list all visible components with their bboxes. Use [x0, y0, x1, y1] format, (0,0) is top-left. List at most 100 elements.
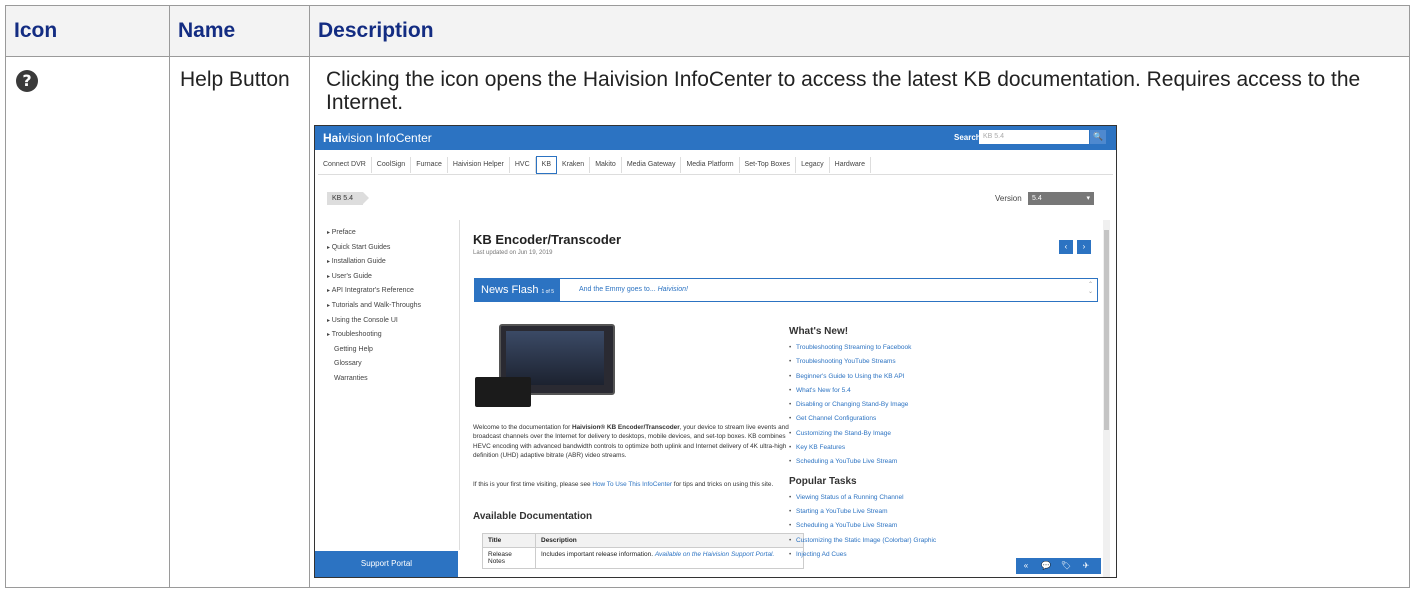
intro-paragraph: Welcome to the documentation for Haivisi… — [473, 423, 793, 460]
toc-item[interactable]: User's Guide — [327, 270, 462, 285]
product-nav: Connect DVR CoolSign Furnace Haivision Help… — [318, 156, 1113, 175]
nav-tab[interactable]: Connect DVR — [318, 157, 372, 173]
product-image — [475, 324, 615, 409]
news-flash: News Flash 1 of 5 And the Emmy goes to...… — [474, 278, 1098, 302]
doc-title: KB Encoder/Transcoder — [473, 232, 622, 247]
news-text[interactable]: And the Emmy goes to... Haivision! — [579, 286, 688, 293]
nav-tab[interactable]: CoolSign — [372, 157, 412, 173]
list-item[interactable]: Customizing the Stand-By Image — [789, 427, 1089, 442]
toc-item[interactable]: Installation Guide — [327, 255, 462, 270]
infocenter-header: Haivision InfoCenter Search KB 5.4 🔍 — [315, 126, 1116, 150]
popular-tasks-heading: Popular Tasks — [789, 475, 857, 487]
comment-icon[interactable]: 💬 — [1036, 558, 1056, 574]
toc-item[interactable]: Tutorials and Walk-Throughs — [327, 299, 462, 314]
search-input[interactable]: KB 5.4 — [979, 130, 1089, 144]
nav-tab-active[interactable]: KB — [535, 156, 557, 174]
right-column: What's New! Troubleshooting Streaming to… — [789, 326, 1089, 568]
docs-table-header: Title Description — [482, 533, 804, 548]
support-portal-button[interactable]: Support Portal — [315, 551, 458, 577]
list-item[interactable]: Scheduling a YouTube Live Stream — [789, 455, 1089, 470]
toc-item[interactable]: Warranties — [327, 372, 462, 387]
list-item[interactable]: What's New for 5.4 — [789, 384, 1089, 399]
share-icon[interactable]: ✈ — [1076, 558, 1096, 574]
toc-sidebar: Preface Quick Start Guides Installation … — [327, 226, 462, 387]
available-docs-heading: Available Documentation — [473, 511, 593, 522]
list-item[interactable]: Scheduling a YouTube Live Stream — [789, 519, 1089, 534]
search-label: Search — [954, 133, 981, 142]
nav-tab[interactable]: Kraken — [557, 157, 591, 173]
toc-item[interactable]: Using the Console UI — [327, 314, 462, 329]
news-text-italic: Haivision! — [657, 286, 688, 293]
news-scroll-icon[interactable]: ⌃ ⌄ — [1088, 282, 1093, 296]
table-header-row: Icon Name Description — [5, 5, 1410, 57]
nav-tab[interactable]: Legacy — [796, 157, 830, 173]
help-button-name: Help Button — [180, 68, 290, 91]
scrollbar-thumb[interactable] — [1104, 230, 1109, 430]
news-count: 1 of 5 — [541, 289, 554, 295]
list-item[interactable]: Customizing the Static Image (Colorbar) … — [789, 534, 1089, 549]
whats-new-heading: What's New! — [789, 326, 849, 337]
whats-new-list: Troubleshooting Streaming to Facebook Tr… — [789, 341, 1089, 470]
help-icon: ? — [16, 70, 38, 92]
infocenter-logo[interactable]: Haivision InfoCenter — [323, 131, 432, 145]
toc-item[interactable]: Glossary — [327, 357, 462, 372]
help-button-description: Clicking the icon opens the Haivision In… — [326, 68, 1361, 114]
news-flash-title: News Flash — [481, 284, 539, 296]
nav-tab[interactable]: Haivision Helper — [448, 157, 510, 173]
version-select[interactable]: 5.4 — [1028, 192, 1094, 205]
breadcrumb[interactable]: KB 5.4 — [327, 192, 370, 205]
intro2-rest: for tips and tricks on using this site. — [672, 481, 774, 488]
table-row: Release Notes Includes important release… — [482, 547, 804, 569]
news-flash-label: News Flash 1 of 5 — [475, 279, 560, 301]
prev-page-button[interactable]: ‹ — [1059, 240, 1073, 254]
floating-toolbar: «💬 🏷 ✈ — [1016, 558, 1101, 574]
search-icon[interactable]: 🔍 — [1090, 130, 1106, 144]
infocenter-screenshot: Haivision InfoCenter Search KB 5.4 🔍 Con… — [314, 125, 1117, 578]
header-icon: Icon — [5, 5, 170, 57]
logo-rest: vision InfoCenter — [341, 131, 432, 145]
nav-tab[interactable]: Set-Top Boxes — [740, 157, 797, 173]
list-item[interactable]: Viewing Status of a Running Channel — [789, 491, 1089, 506]
nav-tab[interactable]: Furnace — [411, 157, 448, 173]
name-cell: Help Button — [169, 56, 310, 588]
news-text-main: And the Emmy goes to... — [579, 286, 656, 293]
list-item[interactable]: Disabling or Changing Stand-By Image — [789, 398, 1089, 413]
collapse-icon[interactable]: « — [1016, 558, 1036, 574]
nav-tab[interactable]: Media Gateway — [622, 157, 682, 173]
version-label: Version — [995, 194, 1022, 203]
popular-tasks-list: Viewing Status of a Running Channel Star… — [789, 491, 1089, 563]
list-item[interactable]: Starting a YouTube Live Stream — [789, 505, 1089, 520]
header-description: Description — [309, 5, 1410, 57]
docs-desc-link[interactable]: Available on the Haivision Support Porta… — [655, 551, 774, 558]
list-item[interactable]: Troubleshooting Streaming to Facebook — [789, 341, 1089, 356]
how-to-use-link[interactable]: How To Use This InfoCenter — [592, 481, 672, 488]
docs-col-title: Title — [482, 533, 536, 548]
first-visit-paragraph: If this is your first time visiting, ple… — [473, 480, 793, 489]
toc-item[interactable]: Quick Start Guides — [327, 241, 462, 256]
toc-item[interactable]: API Integrator's Reference — [327, 284, 462, 299]
list-item[interactable]: Key KB Features — [789, 441, 1089, 456]
toc-item[interactable]: Preface — [327, 226, 462, 241]
docs-col-description: Description — [535, 533, 804, 548]
nav-tab[interactable]: Makito — [590, 157, 622, 173]
toc-item[interactable]: Getting Help — [327, 343, 462, 358]
encoder-box-image — [475, 377, 531, 407]
intro2-start: If this is your first time visiting, ple… — [473, 481, 593, 488]
list-item[interactable]: Troubleshooting YouTube Streams — [789, 355, 1089, 370]
toc-item[interactable]: Troubleshooting — [327, 328, 462, 343]
docs-row-description: Includes important release information. … — [535, 547, 804, 569]
intro-product: Haivision® KB Encoder/Transcoder — [572, 424, 680, 431]
nav-tab[interactable]: HVC — [510, 157, 536, 173]
intro-start: Welcome to the documentation for — [473, 424, 572, 431]
docs-table: Title Description Release Notes Includes… — [482, 533, 804, 569]
logo-bold: Hai — [323, 131, 342, 145]
list-item[interactable]: Beginner's Guide to Using the KB API — [789, 370, 1089, 385]
nav-tab[interactable]: Media Platform — [681, 157, 740, 173]
next-page-button[interactable]: › — [1077, 240, 1091, 254]
tag-icon[interactable]: 🏷 — [1056, 558, 1076, 574]
docs-desc-text: Includes important release information. — [541, 551, 654, 558]
nav-tab[interactable]: Hardware — [830, 157, 871, 173]
sidebar-divider — [459, 220, 460, 550]
list-item[interactable]: Get Channel Configurations — [789, 412, 1089, 427]
docs-row-title[interactable]: Release Notes — [482, 547, 536, 569]
